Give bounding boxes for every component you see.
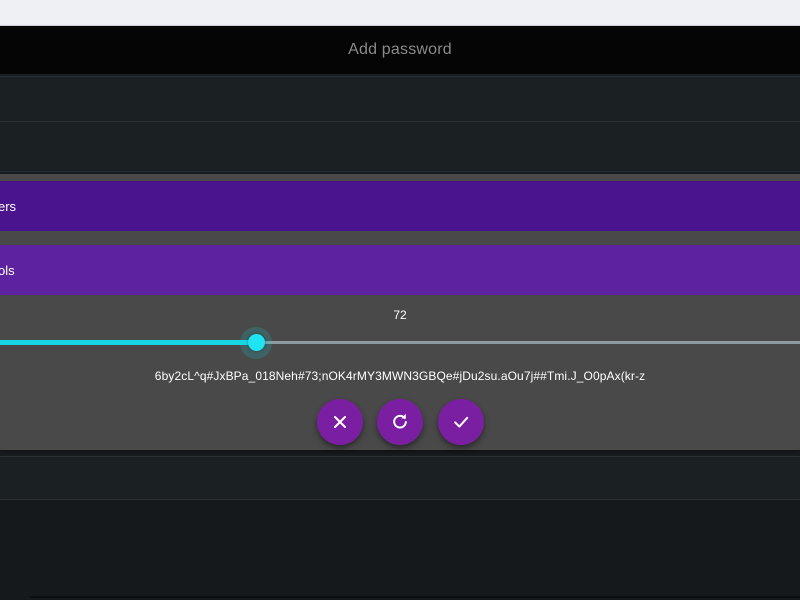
numbers-option-toggle[interactable]: ers xyxy=(0,181,800,231)
browser-top-strip xyxy=(0,0,800,26)
cancel-button[interactable] xyxy=(317,399,363,445)
generated-password-text: 6by2cL^q#JxBPa_018Neh#73;nOK4rMY3MWN3GBQ… xyxy=(154,369,646,383)
list-row xyxy=(0,76,800,122)
list-area xyxy=(0,500,800,600)
app-header: Add password xyxy=(0,26,800,74)
check-icon xyxy=(454,416,469,428)
list-row xyxy=(0,122,800,172)
length-value-label: 72 xyxy=(393,308,407,322)
numbers-option-label: ers xyxy=(0,198,17,214)
symbols-option-label: ols xyxy=(0,262,15,278)
divider xyxy=(30,596,800,598)
confirm-button[interactable] xyxy=(438,399,484,445)
refresh-icon xyxy=(393,413,407,429)
list-row xyxy=(0,456,800,500)
length-slider[interactable] xyxy=(0,327,800,359)
symbols-option-toggle[interactable]: ols xyxy=(0,245,800,295)
regenerate-button[interactable] xyxy=(377,399,423,445)
slider-active-track xyxy=(0,340,256,345)
close-icon xyxy=(334,416,346,428)
page-title: Add password xyxy=(348,41,452,58)
slider-thumb[interactable] xyxy=(247,334,265,351)
